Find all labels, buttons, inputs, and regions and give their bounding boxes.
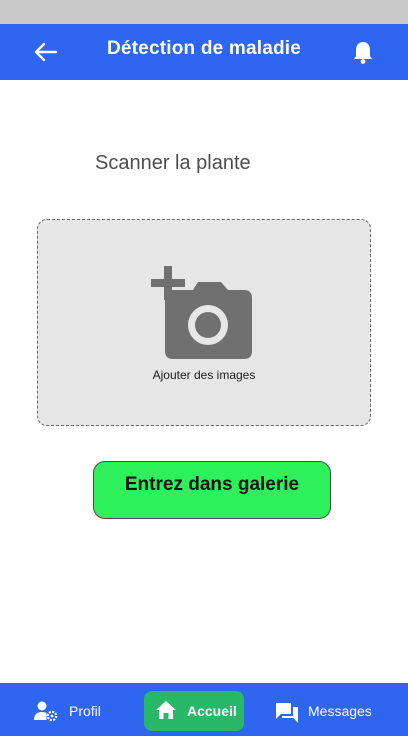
nav-label-accueil: Accueil	[187, 703, 237, 719]
gallery-button[interactable]: Entrez dans galerie	[93, 461, 331, 519]
nav-item-accueil[interactable]: Accueil	[144, 691, 244, 731]
nav-label-profil: Profil	[69, 703, 101, 719]
home-icon	[155, 699, 177, 724]
nav-item-messages[interactable]: Messages	[270, 691, 380, 731]
add-a-photo-icon	[151, 265, 255, 361]
status-bar	[0, 0, 408, 24]
chat-icon	[275, 701, 299, 726]
upload-caption: Ajouter des images	[152, 368, 256, 382]
page-title: Détection de maladie	[106, 38, 302, 59]
nav-label-messages: Messages	[308, 703, 372, 719]
scan-label: Scanner la plante	[95, 152, 251, 174]
nav-item-profil[interactable]: Profil	[30, 691, 110, 731]
bottom-nav: Profil Accueil Messages	[0, 683, 408, 736]
bell-icon[interactable]	[350, 38, 376, 66]
app-bar: Détection de maladie	[0, 24, 408, 80]
image-upload-zone[interactable]: Ajouter des images	[37, 219, 371, 426]
person-settings-icon	[34, 700, 58, 725]
